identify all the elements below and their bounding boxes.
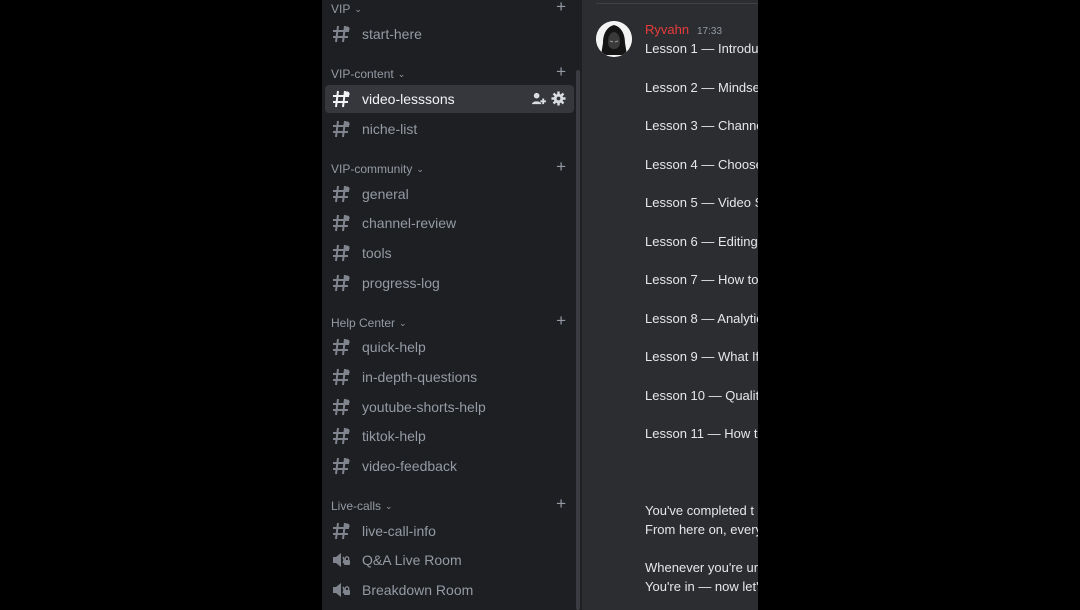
divider (596, 3, 758, 4)
channel-video-lesssons[interactable]: video-lesssons (325, 85, 574, 113)
channel-actions (531, 91, 566, 109)
channel-tiktok-help[interactable]: tiktok-help (325, 422, 574, 450)
avatar[interactable] (596, 21, 632, 57)
message-line: Lesson 9 — What If (645, 349, 758, 364)
channel-start-here[interactable]: start-here (325, 20, 574, 48)
hashtag-icon (331, 213, 351, 233)
gear-icon[interactable] (551, 91, 566, 109)
channel-niche-list[interactable]: niche-list (325, 115, 574, 143)
channel-name: video-lesssons (362, 91, 455, 107)
channel-tools[interactable]: tools (325, 239, 574, 267)
category-label: VIP-content (331, 67, 394, 81)
channel-quick-help[interactable]: quick-help (325, 333, 574, 361)
message-line: Lesson 2 — Mindse (645, 80, 758, 95)
message-line: Lesson 8 — Analytic (645, 311, 758, 326)
message-line: From here on, every (645, 522, 758, 537)
plus-icon[interactable]: + (556, 495, 566, 513)
channel-name: tiktok-help (362, 428, 426, 444)
sidebar-scrollbar[interactable] (576, 70, 580, 610)
channel-channel-review[interactable]: channel-review (325, 209, 574, 237)
category-label: VIP-community (331, 162, 413, 176)
hashtag-icon (331, 273, 351, 293)
channel-name: progress-log (362, 275, 440, 291)
channel-live-call-info[interactable]: live-call-info (325, 517, 574, 545)
message-line: Lesson 11 — How th (645, 426, 758, 441)
message-line: You've completed t (645, 503, 754, 518)
chevron-down-icon: ⌄ (416, 163, 424, 174)
channel-name: Breakdown Room (362, 582, 474, 598)
channel-name: tools (362, 245, 392, 261)
chevron-down-icon: ⌄ (354, 3, 362, 14)
message-line: Lesson 5 — Video S (645, 195, 758, 210)
add-member-icon[interactable] (531, 91, 546, 109)
chevron-down-icon: ⌄ (399, 317, 407, 328)
speaker-lock-icon (331, 580, 351, 600)
channel-youtube-shorts-help[interactable]: youtube-shorts-help (325, 393, 574, 421)
message-timestamp: 17:33 (697, 26, 723, 37)
category-help-center[interactable]: Help Center ⌄ + (331, 312, 576, 332)
hashtag-icon (331, 184, 351, 204)
channel-name: video-feedback (362, 458, 457, 474)
message-line: Lesson 7 — How to (645, 272, 758, 287)
hashtag-icon (331, 89, 351, 109)
hashtag-icon (331, 521, 351, 541)
category-vip-community[interactable]: VIP-community ⌄ + (331, 158, 576, 178)
message-pane: Ryvahn 17:33 Lesson 1 — Introduc Lesson … (582, 0, 758, 610)
hashtag-icon (331, 397, 351, 417)
channel-name: live-call-info (362, 523, 436, 539)
category-live-calls[interactable]: Live-calls ⌄ + (331, 495, 576, 515)
category-label: Help Center (331, 316, 396, 330)
channel-progress-log[interactable]: progress-log (325, 269, 574, 297)
hashtag-icon (331, 243, 351, 263)
plus-icon[interactable]: + (556, 0, 566, 16)
voice-channel-breakdown-room[interactable]: Breakdown Room (325, 576, 574, 604)
hashtag-icon (331, 24, 351, 44)
channel-name: channel-review (362, 215, 457, 231)
channel-name: in-depth-questions (362, 369, 478, 385)
channel-name: start-here (362, 26, 422, 42)
channel-name: niche-list (362, 121, 418, 137)
voice-channel-qa-live-room[interactable]: Q&A Live Room (325, 546, 574, 574)
hashtag-icon (331, 456, 351, 476)
chevron-down-icon: ⌄ (385, 500, 393, 511)
category-label: VIP (331, 2, 351, 16)
message-line: Whenever you're ur (645, 560, 758, 575)
channel-video-feedback[interactable]: video-feedback (325, 452, 574, 480)
category-label: Live-calls (331, 499, 382, 513)
hashtag-icon (331, 337, 351, 357)
message-line: Lesson 3 — Channe (645, 118, 758, 133)
message-line: Lesson 4 — Choose (645, 157, 758, 172)
channel-name: quick-help (362, 339, 426, 355)
plus-icon[interactable]: + (556, 158, 566, 176)
channel-name: general (362, 186, 409, 202)
message-author[interactable]: Ryvahn (645, 22, 689, 37)
category-vip-content[interactable]: VIP-content ⌄ + (331, 63, 576, 83)
message-line: You're in — now let' (645, 579, 758, 594)
hashtag-icon (331, 367, 351, 387)
channel-in-depth-questions[interactable]: in-depth-questions (325, 363, 574, 391)
hashtag-icon (331, 119, 351, 139)
channel-general[interactable]: general (325, 180, 574, 208)
plus-icon[interactable]: + (556, 312, 566, 330)
channel-name: youtube-shorts-help (362, 399, 486, 415)
channel-sidebar: VIP ⌄ + start-here VIP-content ⌄ + video… (322, 0, 582, 610)
message-line: Lesson 10 — Quality (645, 388, 758, 403)
hashtag-icon (331, 426, 351, 446)
speaker-lock-icon (331, 550, 351, 570)
category-vip[interactable]: VIP ⌄ + (331, 0, 576, 18)
channel-name: Q&A Live Room (362, 552, 462, 568)
message-line: Lesson 1 — Introduc (645, 41, 758, 56)
plus-icon[interactable]: + (556, 63, 566, 81)
chevron-down-icon: ⌄ (397, 68, 406, 79)
message-line: Lesson 6 — Editing (645, 234, 758, 249)
